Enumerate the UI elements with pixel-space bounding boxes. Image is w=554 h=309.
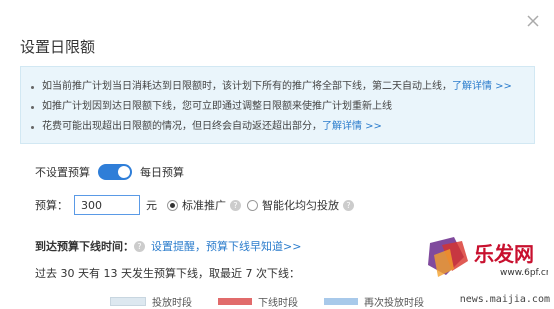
budget-row: 预算： 元 标准推广 ? 智能化均匀投放 ? — [35, 195, 360, 215]
radio-icon — [167, 199, 178, 211]
daily-budget-label: 每日预算 — [140, 166, 184, 179]
budget-toggle-row: 不设置预算 每日预算 — [35, 164, 184, 180]
info-text: 如当前推广计划当日消耗达到日限额时，该计划下所有的推广将全部下线，第二天自动上线… — [42, 81, 452, 92]
budget-label: 预算： — [35, 199, 68, 212]
close-icon[interactable] — [526, 14, 540, 28]
help-icon[interactable]: ? — [230, 199, 241, 211]
info-line: 如当前推广计划当日消耗达到日限额时，该计划下所有的推广将全部下线，第二天自动上线… — [21, 77, 534, 97]
daily-limit-dialog: 设置日限额 如当前推广计划当日消耗达到日限额时，该计划下所有的推广将全部下线，第… — [0, 0, 554, 309]
watermark-text: news.maijia.com — [459, 294, 550, 305]
toggle-knob — [118, 166, 130, 178]
radio-icon — [247, 199, 258, 211]
bullet-icon — [31, 106, 34, 109]
radio-label: 标准推广 — [182, 199, 226, 212]
info-text: 如推广计划因到达日限额下线，您可立即通过调整日限额来使推广计划重新上线 — [42, 101, 392, 112]
no-budget-label: 不设置预算 — [35, 166, 90, 179]
help-icon[interactable]: ? — [134, 240, 145, 252]
dialog-title: 设置日限额 — [20, 38, 96, 56]
bullet-icon — [31, 126, 34, 129]
budget-unit: 元 — [146, 199, 157, 212]
info-line: 花费可能出现超出日限额的情况，但日终会自动返还超出部分，了解详情 >> — [21, 117, 534, 137]
info-text: 花费可能出现超出日限额的情况，但日终会自动返还超出部分， — [42, 121, 322, 132]
learn-more-link[interactable]: 了解详情 >> — [452, 81, 512, 92]
info-line: 如推广计划因到达日限额下线，您可立即通过调整日限额来使推广计划重新上线 — [21, 97, 534, 117]
help-icon[interactable]: ? — [343, 199, 354, 211]
legend-swatch — [218, 298, 252, 305]
radio-label: 智能化均匀投放 — [262, 199, 339, 212]
legend-swatch — [110, 297, 146, 306]
radio-standard[interactable]: 标准推广 — [167, 197, 226, 213]
svg-text:www.6pf.cn: www.6pf.cn — [500, 268, 548, 278]
budget-toggle[interactable] — [98, 164, 132, 180]
watermark-logo: 乐发网 www.6pf.cn — [428, 237, 548, 278]
svg-text:乐发网: 乐发网 — [474, 242, 534, 266]
radio-smart[interactable]: 智能化均匀投放 — [247, 197, 339, 213]
history-row: 过去 30 天有 13 天发生预算下线，取最近 7 次下线： — [35, 265, 300, 281]
learn-more-link[interactable]: 了解详情 >> — [322, 121, 382, 132]
set-reminder-link[interactable]: 设置提醒，预算下线早知道>> — [151, 238, 301, 254]
offline-time-row: 到达预算下线时间： ? 设置提醒，预算下线早知道>> — [35, 238, 301, 254]
budget-input[interactable] — [74, 195, 140, 215]
bullet-icon — [31, 86, 34, 89]
info-box: 如当前推广计划当日消耗达到日限额时，该计划下所有的推广将全部下线，第二天自动上线… — [20, 66, 535, 144]
offline-time-label: 到达预算下线时间： — [35, 240, 134, 253]
legend-swatch — [324, 298, 358, 305]
history-text: 过去 30 天有 13 天发生预算下线，取最近 7 次下线： — [35, 267, 300, 280]
